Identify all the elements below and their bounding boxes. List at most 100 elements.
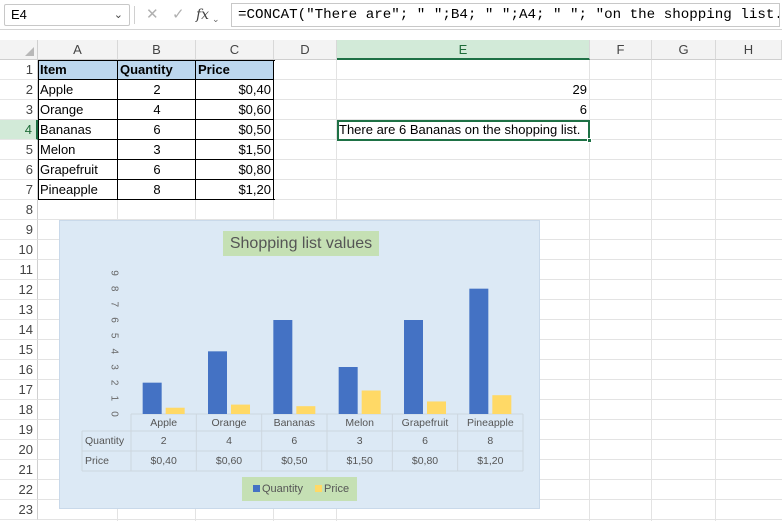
select-all-icon (25, 47, 34, 56)
row-header-13[interactable]: 13 (0, 300, 38, 320)
check-icon[interactable]: ✓ (172, 5, 185, 25)
formula-bar: E4 ⌄ ✕ ✓ fx ⌄ =CONCAT("There are"; " ";B… (0, 0, 782, 30)
column-header-f[interactable]: F (590, 40, 652, 60)
table-cell-item[interactable]: Pineapple (38, 180, 118, 200)
table-cell-price[interactable]: $0,80 (196, 160, 274, 180)
data-table-value: 4 (226, 435, 232, 447)
data-table-value: 6 (422, 435, 428, 447)
y-tick-label: 5 (108, 333, 119, 339)
table-border (38, 159, 274, 160)
formula-bar-divider (134, 6, 135, 24)
y-tick-label: 4 (108, 349, 119, 355)
row-header-2[interactable]: 2 (0, 80, 38, 100)
row-header-7[interactable]: 7 (0, 180, 38, 200)
row-header-14[interactable]: 14 (0, 320, 38, 340)
table-border (38, 139, 274, 140)
table-border (117, 60, 118, 200)
row-header-5[interactable]: 5 (0, 140, 38, 160)
row-header-9[interactable]: 9 (0, 220, 38, 240)
data-table-value: $1,50 (347, 455, 373, 467)
row-header-3[interactable]: 3 (0, 100, 38, 120)
table-header-price[interactable]: Price (196, 60, 274, 80)
data-table-value: $0,60 (216, 455, 242, 467)
x-category-label: Bananas (274, 417, 315, 429)
chevron-down-icon[interactable]: ⌄ (114, 5, 123, 25)
data-table-value: 2 (161, 435, 167, 447)
row-header-4[interactable]: 4 (0, 120, 38, 140)
cell-e2[interactable]: 29 (337, 80, 590, 100)
row-header-1[interactable]: 1 (0, 60, 38, 80)
table-cell-item[interactable]: Bananas (38, 120, 118, 140)
cell-e3[interactable]: 6 (337, 100, 590, 120)
name-box[interactable]: E4 ⌄ (4, 4, 130, 26)
bar-price (492, 395, 512, 414)
row-header-17[interactable]: 17 (0, 380, 38, 400)
row-header-18[interactable]: 18 (0, 400, 38, 420)
table-cell-quantity[interactable]: 2 (118, 80, 196, 100)
row-header-16[interactable]: 16 (0, 360, 38, 380)
row-header-11[interactable]: 11 (0, 260, 38, 280)
data-table-value: $0,40 (151, 455, 177, 467)
y-tick-label: 9 (108, 270, 119, 276)
bar-price (231, 404, 250, 414)
table-border (195, 60, 196, 200)
table-cell-item[interactable]: Melon (38, 140, 118, 160)
table-border (38, 60, 39, 200)
data-table-value: $0,50 (281, 455, 307, 467)
row-header-8[interactable]: 8 (0, 200, 38, 220)
column-header-g[interactable]: G (652, 40, 716, 60)
formula-input[interactable]: =CONCAT("There are"; " ";B4; " ";A4; " "… (231, 3, 780, 27)
column-header-e[interactable]: E (337, 40, 590, 60)
row-header-23[interactable]: 23 (0, 500, 38, 520)
table-cell-quantity[interactable]: 4 (118, 100, 196, 120)
row-header-15[interactable]: 15 (0, 340, 38, 360)
data-table-value: $1,20 (477, 455, 503, 467)
column-header-a[interactable]: A (38, 40, 118, 60)
y-tick-label: 3 (108, 364, 119, 370)
bar-quantity (273, 320, 293, 414)
row-header-19[interactable]: 19 (0, 420, 38, 440)
y-tick-label: 0 (108, 411, 119, 417)
data-table-value: $0,80 (412, 455, 438, 467)
row-header-6[interactable]: 6 (0, 160, 38, 180)
row-header-10[interactable]: 10 (0, 240, 38, 260)
legend-item-price: Price (315, 481, 349, 497)
select-all-button[interactable] (0, 40, 38, 60)
column-header-h[interactable]: H (716, 40, 782, 60)
table-cell-item[interactable]: Grapefruit (38, 160, 118, 180)
column-header-c[interactable]: C (196, 40, 274, 60)
table-header-item[interactable]: Item (38, 60, 118, 80)
table-cell-price[interactable]: $1,20 (196, 180, 274, 200)
row-header-22[interactable]: 22 (0, 480, 38, 500)
chevron-down-icon[interactable]: ⌄ (212, 9, 220, 29)
row-header-12[interactable]: 12 (0, 280, 38, 300)
x-category-label: Orange (211, 417, 246, 429)
table-cell-item[interactable]: Orange (38, 100, 118, 120)
table-border (38, 199, 275, 200)
cancel-icon[interactable]: ✕ (146, 5, 159, 25)
legend-label-price: Price (324, 483, 350, 495)
data-table-value: 6 (291, 435, 297, 447)
table-cell-price[interactable]: $1,50 (196, 140, 274, 160)
row-header-21[interactable]: 21 (0, 460, 38, 480)
table-cell-quantity[interactable]: 3 (118, 140, 196, 160)
table-cell-quantity[interactable]: 8 (118, 180, 196, 200)
selected-cell[interactable] (337, 120, 590, 141)
column-header-b[interactable]: B (118, 40, 196, 60)
bar-quantity (142, 382, 162, 414)
table-header-quantity[interactable]: Quantity (118, 60, 196, 80)
table-cell-price[interactable]: $0,60 (196, 100, 274, 120)
table-cell-item[interactable]: Apple (38, 80, 118, 100)
column-header-d[interactable]: D (274, 40, 337, 60)
table-cell-quantity[interactable]: 6 (118, 160, 196, 180)
table-cell-price[interactable]: $0,40 (196, 80, 274, 100)
bar-quantity (404, 320, 423, 414)
row-header-20[interactable]: 20 (0, 440, 38, 460)
bar-quantity (469, 288, 489, 414)
chart-plot: 0 1 2 3 4 5 6 7 8 9 Quantity Price Apple 2 $0,40 Orange… (81, 270, 524, 472)
chart[interactable]: Shopping list values 0 1 2 3 4 5 6 7 8 9 Quantity P… (59, 220, 540, 509)
table-cell-price[interactable]: $0,50 (196, 120, 274, 140)
fill-handle[interactable] (587, 138, 592, 143)
insert-function-icon[interactable]: fx (196, 5, 209, 25)
table-cell-quantity[interactable]: 6 (118, 120, 196, 140)
